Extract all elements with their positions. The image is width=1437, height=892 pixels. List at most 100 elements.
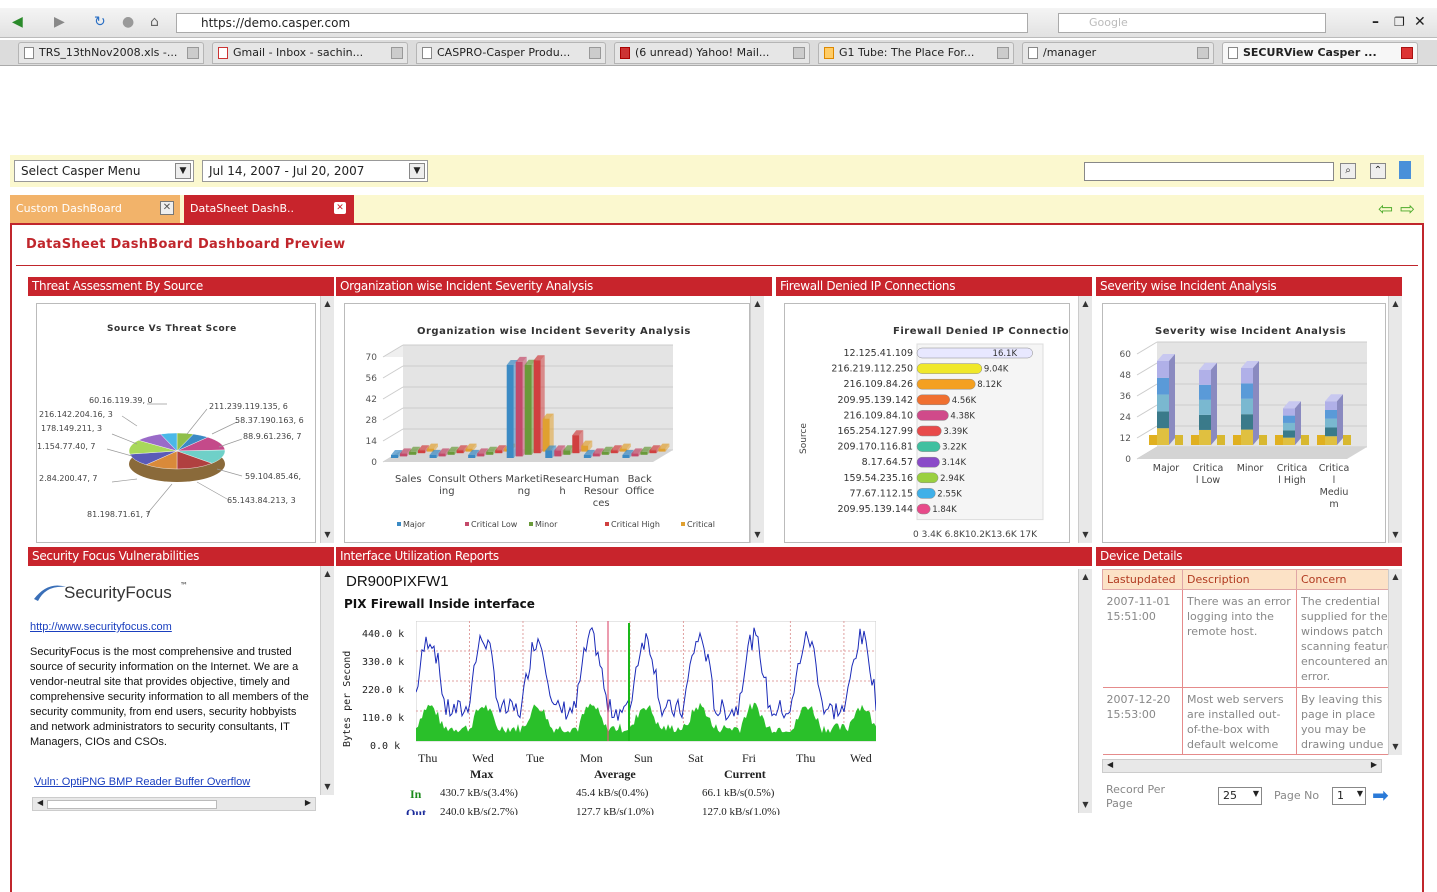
cell-date: 2007-12-20 15:53:00 [1102, 687, 1183, 755]
col-header[interactable]: Concern [1296, 569, 1400, 590]
chevron-down-icon[interactable]: ▼ [1357, 789, 1363, 798]
scroll-down-icon[interactable]: ▼ [1390, 741, 1401, 753]
next-page-icon[interactable]: ➡ [1372, 785, 1389, 805]
horizontal-scrollbar[interactable]: ◀ ▶ [32, 797, 316, 811]
table-row[interactable]: 2007-11-01 15:51:00 There was an error l… [1102, 589, 1400, 688]
scroll-down-icon[interactable]: ▼ [322, 529, 333, 541]
tab-datasheet-dashboard[interactable]: DataSheet DashB.. ✕ [184, 195, 354, 223]
home-icon[interactable]: ⌂ [150, 14, 159, 30]
scroll-thumb[interactable] [47, 800, 217, 809]
vertical-scrollbar[interactable]: ▲ ▼ [320, 566, 334, 795]
scroll-left-icon[interactable]: ◀ [37, 798, 43, 807]
vertical-scrollbar[interactable]: ▲ ▼ [750, 296, 764, 543]
bar-segment [1283, 415, 1295, 423]
close-icon[interactable]: ✕ [334, 202, 346, 214]
record-per-page-select[interactable]: 25 ▼ [1218, 787, 1262, 805]
back-icon[interactable]: ◀ [12, 14, 23, 30]
scroll-down-icon[interactable]: ▼ [1390, 529, 1401, 541]
bar-small [1343, 435, 1351, 445]
vertical-scrollbar[interactable]: ▲ ▼ [1388, 296, 1402, 543]
tab-custom-dashboard[interactable]: Custom DashBoard ✕ [10, 195, 180, 223]
browser-tab[interactable]: TRS_13thNov2008.xls -... [18, 42, 204, 64]
in-average: 45.4 kB/s(0.4%) [576, 787, 649, 799]
browser-tab-active[interactable]: SECURView Casper ... [1222, 42, 1418, 64]
page-no-label: Page No [1274, 789, 1320, 802]
close-icon[interactable]: ✕ [160, 201, 174, 215]
forward-icon[interactable]: ▶ [54, 14, 65, 30]
browser-tab[interactable]: (6 unread) Yahoo! Mail... [614, 42, 810, 64]
bar [506, 365, 514, 458]
chevron-down-icon[interactable]: ▼ [409, 163, 425, 179]
scroll-down-icon[interactable]: ▼ [322, 781, 333, 793]
scroll-up-icon[interactable]: ▲ [322, 298, 333, 310]
close-tab-icon[interactable] [589, 47, 601, 59]
scroll-right-icon[interactable]: ▶ [305, 798, 311, 807]
arrow-left-icon[interactable]: ⇦ [1378, 199, 1393, 220]
securityfocus-link[interactable]: http://www.securityfocus.com [30, 621, 172, 633]
scroll-down-icon[interactable]: ▼ [1080, 799, 1091, 811]
y-tick-label: 48 [1120, 371, 1132, 381]
scroll-down-icon[interactable]: ▼ [752, 529, 763, 541]
horizontal-scrollbar[interactable]: ◀ ▶ [1102, 759, 1382, 773]
stats-header: Current [724, 767, 766, 781]
scroll-up-icon[interactable]: ▲ [322, 568, 333, 580]
browser-tab[interactable]: CASPRO-Casper Produ... [416, 42, 606, 64]
divider [16, 265, 1418, 266]
address-bar[interactable]: https://demo.casper.com [176, 13, 1028, 33]
close-tab-icon[interactable] [997, 47, 1009, 59]
arrow-right-icon[interactable]: ⇨ [1400, 199, 1415, 220]
export-icon[interactable] [1399, 161, 1411, 179]
search-icon[interactable]: ⌕ [1340, 163, 1356, 179]
scroll-up-icon[interactable]: ▲ [1390, 571, 1401, 583]
day-label: Mon [580, 751, 603, 765]
close-tab-icon[interactable] [1197, 47, 1209, 59]
scroll-up-icon[interactable]: ▲ [1390, 298, 1401, 310]
bar [438, 453, 446, 457]
bar [640, 451, 648, 455]
browser-tab[interactable]: Gmail - Inbox - sachin... [212, 42, 408, 64]
minimize-icon[interactable]: – [1372, 14, 1379, 30]
bar [916, 425, 942, 437]
page-no-select[interactable]: 1 ▼ [1332, 787, 1366, 805]
maximize-icon[interactable]: ❐ [1394, 14, 1405, 30]
scroll-left-icon[interactable]: ◀ [1107, 760, 1113, 769]
col-header[interactable]: Lastupdated [1102, 569, 1183, 590]
vertical-scrollbar[interactable]: ▲ ▼ [320, 296, 334, 543]
browser-tab[interactable]: G1 Tube: The Place For... [818, 42, 1014, 64]
vertical-scrollbar[interactable]: ▲ ▼ [1388, 569, 1402, 755]
scroll-up-icon[interactable]: ▲ [752, 298, 763, 310]
close-tab-icon[interactable] [793, 47, 805, 59]
dashboard-search-input[interactable] [1084, 162, 1334, 181]
y-tick-label: 159.54.235.16 [843, 473, 913, 484]
reload-icon[interactable]: ↻ [94, 14, 106, 30]
select-value: Jul 14, 2007 - Jul 20, 2007 [209, 164, 365, 178]
bar-side [1295, 401, 1301, 445]
bar-side [1169, 354, 1175, 445]
scroll-down-icon[interactable]: ▼ [1080, 529, 1091, 541]
bar [477, 453, 485, 457]
browser-tab[interactable]: /manager [1022, 42, 1214, 64]
close-tab-icon[interactable] [391, 47, 403, 59]
vertical-scrollbar[interactable]: ▲ ▼ [1078, 296, 1092, 543]
chevron-down-icon[interactable]: ▼ [1253, 789, 1259, 798]
table-row[interactable]: 2007-12-20 15:53:00 Most web servers are… [1102, 687, 1400, 755]
col-header[interactable]: Description [1182, 569, 1297, 590]
bar-segment [1283, 422, 1295, 431]
close-tab-icon[interactable] [187, 47, 199, 59]
vulnerability-link[interactable]: Vuln: OptiPNG BMP Reader Buffer Overflow… [34, 775, 294, 791]
date-range-select[interactable]: Jul 14, 2007 - Jul 20, 2007 ▼ [202, 160, 428, 182]
scroll-right-icon[interactable]: ▶ [1371, 760, 1377, 769]
stop-icon[interactable]: ● [122, 14, 134, 30]
close-tab-icon[interactable] [1401, 47, 1413, 59]
day-label: Thu [796, 751, 816, 765]
bar [400, 453, 407, 457]
close-window-icon[interactable]: ✕ [1414, 14, 1426, 30]
vertical-scrollbar[interactable]: ▲ ▼ [1078, 569, 1092, 813]
browser-search-input[interactable]: Google [1058, 13, 1326, 33]
collapse-icon[interactable]: ⌃ [1370, 163, 1386, 179]
chevron-down-icon[interactable]: ▼ [175, 163, 191, 179]
casper-menu-select[interactable]: Select Casper Menu ▼ [14, 160, 194, 182]
scroll-up-icon[interactable]: ▲ [1080, 571, 1091, 583]
scroll-up-icon[interactable]: ▲ [1080, 298, 1091, 310]
select-value: Select Casper Menu [21, 164, 141, 178]
